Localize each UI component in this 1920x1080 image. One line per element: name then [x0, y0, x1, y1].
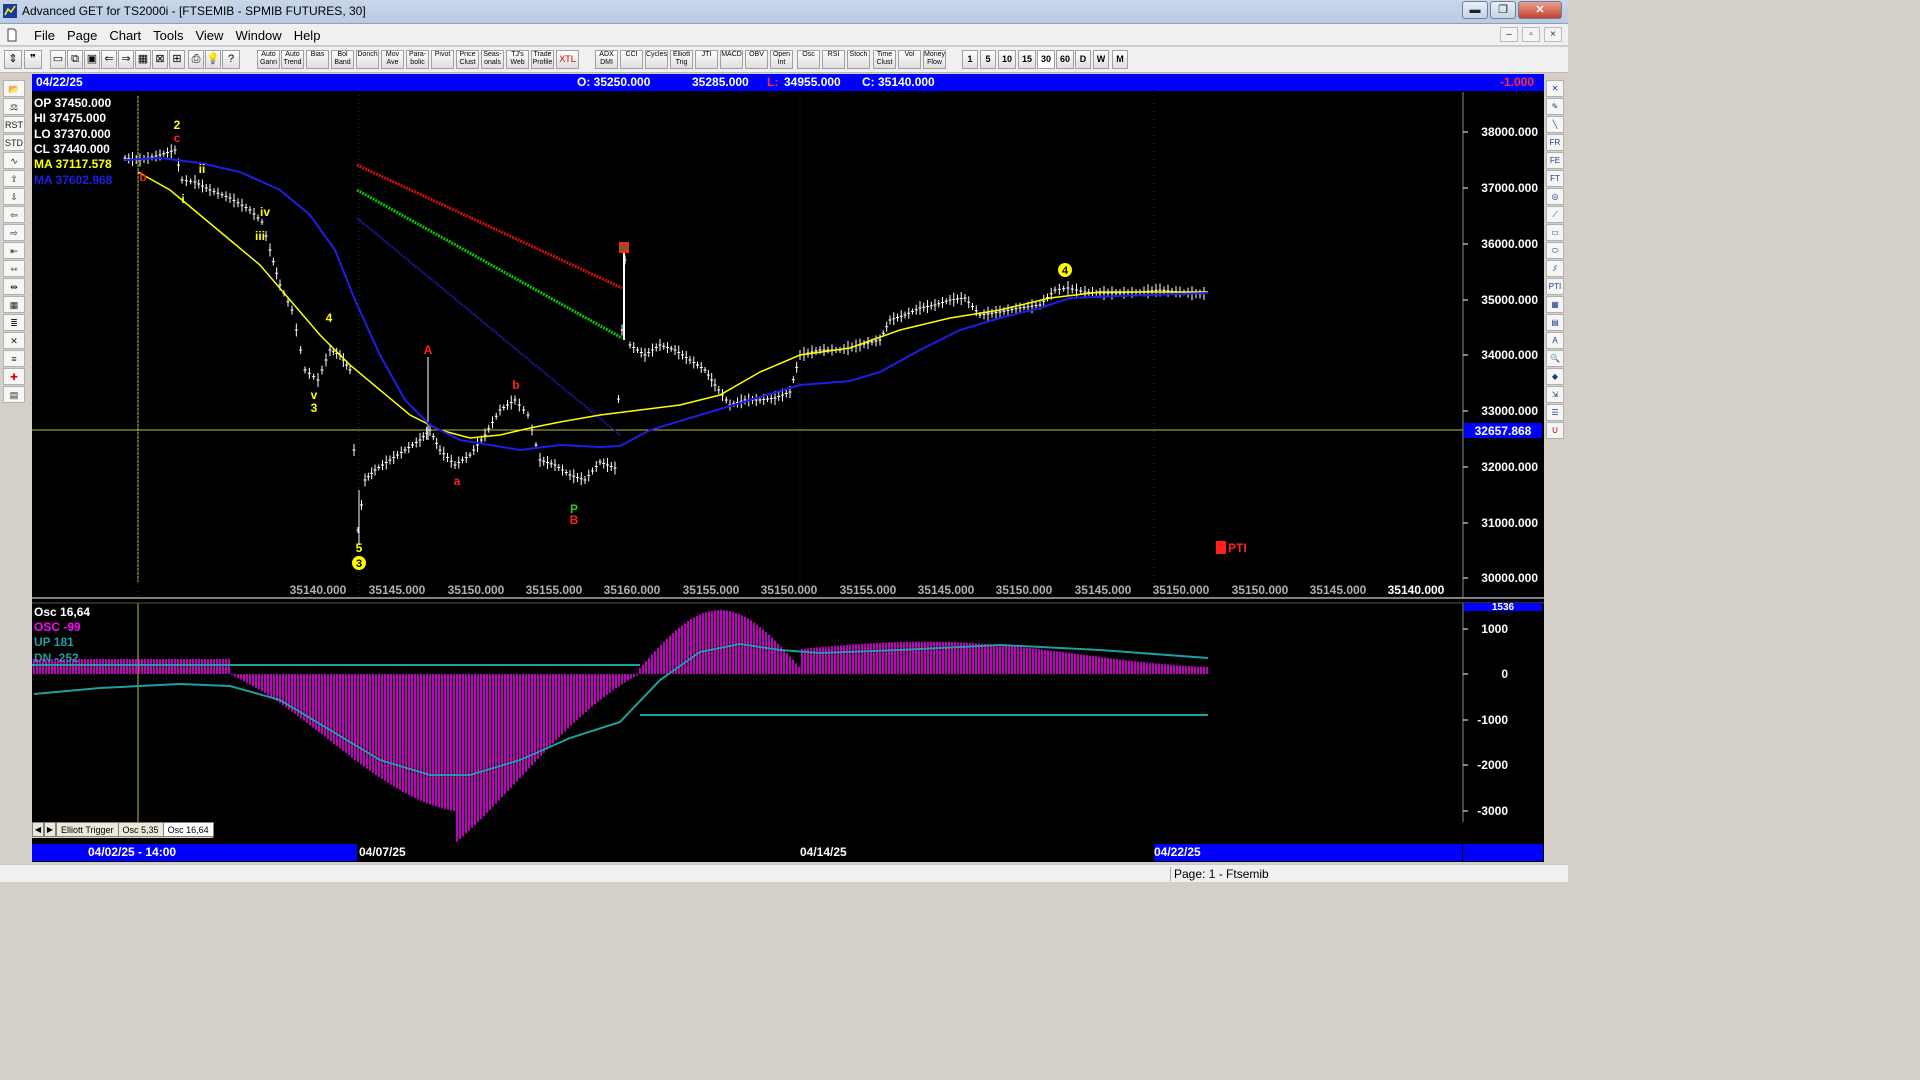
date-axis-corner	[1463, 844, 1543, 861]
osc-legend-up: UP 181	[34, 635, 74, 649]
bottom-price-label: 35155.000	[683, 583, 740, 597]
legend-high: HI 37475.000	[34, 111, 106, 125]
wave-label-i: i	[181, 192, 184, 206]
date-label-2: 04/14/25	[800, 845, 847, 859]
wave-label-2: 2	[174, 118, 181, 132]
bottom-price-label: 35150.000	[1153, 583, 1210, 597]
wave-label-P-top: P	[620, 243, 627, 255]
tab-elliott-trigger[interactable]: Elliott Trigger	[56, 822, 119, 837]
tab-osc-16-64[interactable]: Osc 16,64	[162, 822, 214, 837]
bottom-price-label: 35150.000	[448, 583, 505, 597]
pti-label: PTI	[1228, 541, 1247, 555]
wave-label-3: 3	[311, 401, 318, 415]
wave-label-a: a	[454, 474, 461, 488]
date-label-start: 04/02/25 - 14:00	[88, 845, 177, 859]
wave-label-4: 4	[326, 311, 333, 325]
bottom-price-label: 35140.000	[1388, 583, 1445, 597]
wave-label-b-left: b	[139, 170, 146, 184]
tab-next-icon[interactable]: ▶	[44, 822, 56, 837]
bottom-price-label: 35140.000	[290, 583, 347, 597]
legend-ma-yellow: MA 37117.578	[34, 157, 112, 171]
bottom-price-label: 35160.000	[604, 583, 661, 597]
green-channel-line	[356, 188, 623, 340]
status-bar: Page: 1 - Ftsemib	[0, 864, 1568, 882]
bottom-price-label: 35150.000	[996, 583, 1053, 597]
legend-ma-blue: MA 37602.968	[34, 173, 113, 187]
bottom-price-label: 35150.000	[1232, 583, 1289, 597]
price-axis-label: 30000.000	[1481, 571, 1538, 585]
wave-label-5: 5	[356, 541, 363, 555]
osc-axis-label: -3000	[1477, 804, 1508, 818]
osc-axis-label: -2000	[1477, 758, 1508, 772]
wave-label-ii: ii	[199, 162, 206, 176]
osc-axis-label: 1000	[1481, 622, 1508, 636]
wave-label-4-circled: 4	[1062, 265, 1069, 277]
cursor-price-label: 32657.868	[1475, 424, 1532, 438]
application-window: Advanced GET for TS2000i - [FTSEMIB - SP…	[0, 0, 1568, 882]
price-axis-label: 34000.000	[1481, 348, 1538, 362]
wave-label-B: B	[570, 513, 579, 527]
price-axis-label: 36000.000	[1481, 237, 1538, 251]
red-channel-line	[356, 163, 623, 290]
osc-legend-title: Osc 16,64	[34, 605, 90, 619]
osc-legend-dn: DN -252	[34, 651, 79, 665]
bottom-price-label: 35155.000	[840, 583, 897, 597]
legend-low: LO 37370.000	[34, 127, 111, 141]
wave-label-b: b	[512, 378, 519, 392]
blue-channel-line	[356, 217, 621, 436]
bottom-price-label: 35155.000	[526, 583, 583, 597]
wave-label-v: v	[311, 388, 318, 402]
legend-open: OP 37450.000	[34, 96, 112, 110]
bottom-price-label: 35145.000	[1075, 583, 1132, 597]
page-indicator: Page: 1 - Ftsemib	[1170, 867, 1269, 881]
osc-legend-osc: OSC -99	[34, 620, 81, 634]
date-axis: 04/02/25 - 14:00 04/07/25 04/14/25 04/22…	[32, 844, 1462, 861]
osc-axis-label: -1000	[1477, 713, 1508, 727]
price-axis-label: 33000.000	[1481, 404, 1538, 418]
osc-top-label: 1536	[1492, 602, 1515, 613]
bottom-price-label: 35145.000	[918, 583, 975, 597]
wave-label-3-circled: 3	[356, 558, 362, 570]
tab-osc-5-35[interactable]: Osc 5,35	[117, 822, 164, 837]
wave-label-iii: iii	[255, 229, 265, 243]
bottom-price-label: 35145.000	[1310, 583, 1367, 597]
wave-label-c-top: c	[174, 131, 181, 145]
tab-prev-icon[interactable]: ◀	[32, 822, 44, 837]
price-axis-label: 37000.000	[1481, 181, 1538, 195]
bottom-price-label: 35145.000	[369, 583, 426, 597]
bottom-price-label: 35150.000	[761, 583, 818, 597]
date-label-1: 04/07/25	[359, 845, 406, 859]
price-axis-label: 32000.000	[1481, 460, 1538, 474]
osc-signal-line	[33, 642, 1209, 776]
price-axis-label: 38000.000	[1481, 125, 1538, 139]
legend-close: CL 37440.000	[34, 142, 110, 156]
wave-label-A: A	[424, 343, 433, 357]
date-label-3: 04/22/25	[1154, 845, 1201, 859]
study-tabs: ◀ ▶ Elliott Trigger Osc 5,35 Osc 16,64	[32, 822, 214, 838]
osc-axis-label: 0	[1501, 667, 1508, 681]
price-axis-label: 35000.000	[1481, 293, 1538, 307]
pti-box	[1216, 541, 1226, 554]
wave-label-iv: iv	[260, 205, 270, 219]
price-chart[interactable]: 38000.00037000.00036000.00035000.0003400…	[0, 0, 1568, 882]
price-axis-label: 31000.000	[1481, 516, 1538, 530]
